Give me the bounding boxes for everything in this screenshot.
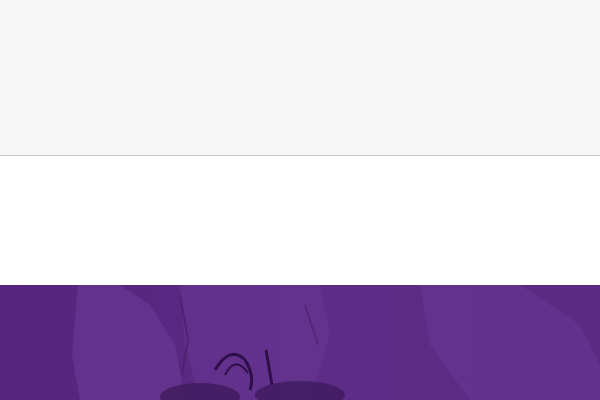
top-header-bar xyxy=(0,0,600,156)
hero-banner xyxy=(0,285,600,400)
page xyxy=(0,0,600,400)
content-section xyxy=(0,156,600,285)
hero-image xyxy=(0,285,600,400)
